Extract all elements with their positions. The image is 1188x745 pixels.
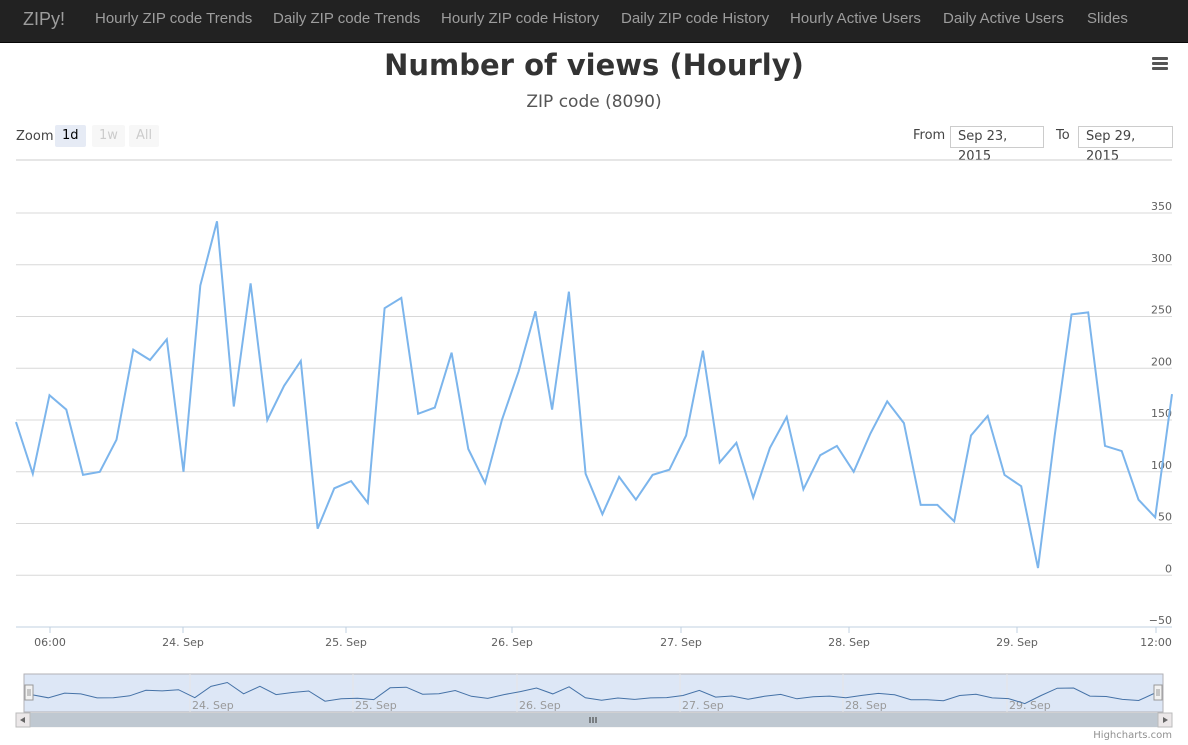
zoom-all-button[interactable]: All (129, 125, 160, 147)
nav-hourly-zip-trends[interactable]: Hourly ZIP code Trends (95, 10, 252, 27)
zoom-label: Zoom (16, 129, 54, 144)
y-tick-label: 150 (1151, 407, 1172, 420)
y-axis-labels: 350 300 250 200 150 100 50 0 −50 (1149, 200, 1172, 627)
y-tick-label: 100 (1151, 459, 1172, 472)
scrollbar-left-button[interactable] (15, 712, 31, 728)
nav-daily-active-users[interactable]: Daily Active Users (943, 10, 1064, 27)
nav-slides[interactable]: Slides (1087, 10, 1128, 27)
zoom-1w-button[interactable]: 1w (92, 125, 125, 147)
x-tick-label: 25. Sep (325, 636, 367, 649)
nav-hourly-active-users[interactable]: Hourly Active Users (790, 10, 921, 27)
credits-link[interactable]: Highcharts.com (1093, 730, 1172, 741)
navigator-right-handle[interactable] (1153, 684, 1163, 701)
x-tick-label: 06:00 (34, 636, 66, 649)
scrollbar-track[interactable] (15, 712, 1173, 728)
chart-subtitle: ZIP code (8090) (526, 92, 662, 112)
x-tick-label: 12:00 (1140, 636, 1172, 649)
series-line (15, 221, 1173, 569)
x-axis-ticks: 06:00 24. Sep 25. Sep 26. Sep 27. Sep 28. Sep… (34, 627, 1172, 649)
navigator-tick-label: 28. Sep (845, 699, 887, 712)
arrow-left-icon (20, 717, 25, 723)
x-tick-label: 28. Sep (828, 636, 870, 649)
navigator-tick-label: 25. Sep (355, 699, 397, 712)
from-date-input[interactable]: Sep 23, 2015 (950, 126, 1044, 164)
navigator-mask[interactable] (23, 673, 1164, 713)
arrow-right-icon (1163, 717, 1168, 723)
nav-hourly-zip-history[interactable]: Hourly ZIP code History (441, 10, 599, 27)
zoom-1d-button[interactable]: 1d (55, 125, 86, 147)
x-tick-label: 27. Sep (660, 636, 702, 649)
navigator-left-handle[interactable] (24, 684, 34, 701)
x-tick-label: 26. Sep (491, 636, 533, 649)
y-tick-label: 350 (1151, 200, 1172, 213)
y-tick-label: 50 (1158, 511, 1172, 524)
chart-title: Number of views (Hourly) (384, 48, 804, 82)
navigator-tick-label: 24. Sep (192, 699, 234, 712)
nav-daily-zip-history[interactable]: Daily ZIP code History (621, 10, 769, 27)
brand-logo[interactable]: ZIPy! (23, 9, 65, 30)
scrollbar-right-button[interactable] (1157, 712, 1173, 728)
grid-lines (16, 212, 1172, 576)
navigator-tick-label: 27. Sep (682, 699, 724, 712)
navigator: 24. Sep 25. Sep 26. Sep 27. Sep 28. Sep 29. S… (15, 673, 1173, 728)
y-tick-label: 200 (1151, 355, 1172, 368)
y-tick-label: 300 (1151, 252, 1172, 265)
y-tick-label: −50 (1149, 614, 1172, 627)
scrollbar-thumb[interactable] (30, 713, 1158, 727)
navigator-tick-label: 26. Sep (519, 699, 561, 712)
to-label: To (1056, 128, 1070, 143)
context-menu-icon[interactable] (1150, 56, 1170, 72)
y-tick-label: 250 (1151, 304, 1172, 317)
from-label: From (913, 128, 946, 143)
x-tick-label: 24. Sep (162, 636, 204, 649)
navbar: ZIPy! Hourly ZIP code Trends Daily ZIP c… (0, 0, 1188, 43)
x-tick-label: 29. Sep (996, 636, 1038, 649)
nav-daily-zip-trends[interactable]: Daily ZIP code Trends (273, 10, 420, 27)
to-date-input[interactable]: Sep 29, 2015 (1078, 126, 1173, 164)
navigator-tick-label: 29. Sep (1009, 699, 1051, 712)
navigator-series-line (31, 681, 1156, 705)
y-tick-label: 0 (1165, 562, 1172, 575)
